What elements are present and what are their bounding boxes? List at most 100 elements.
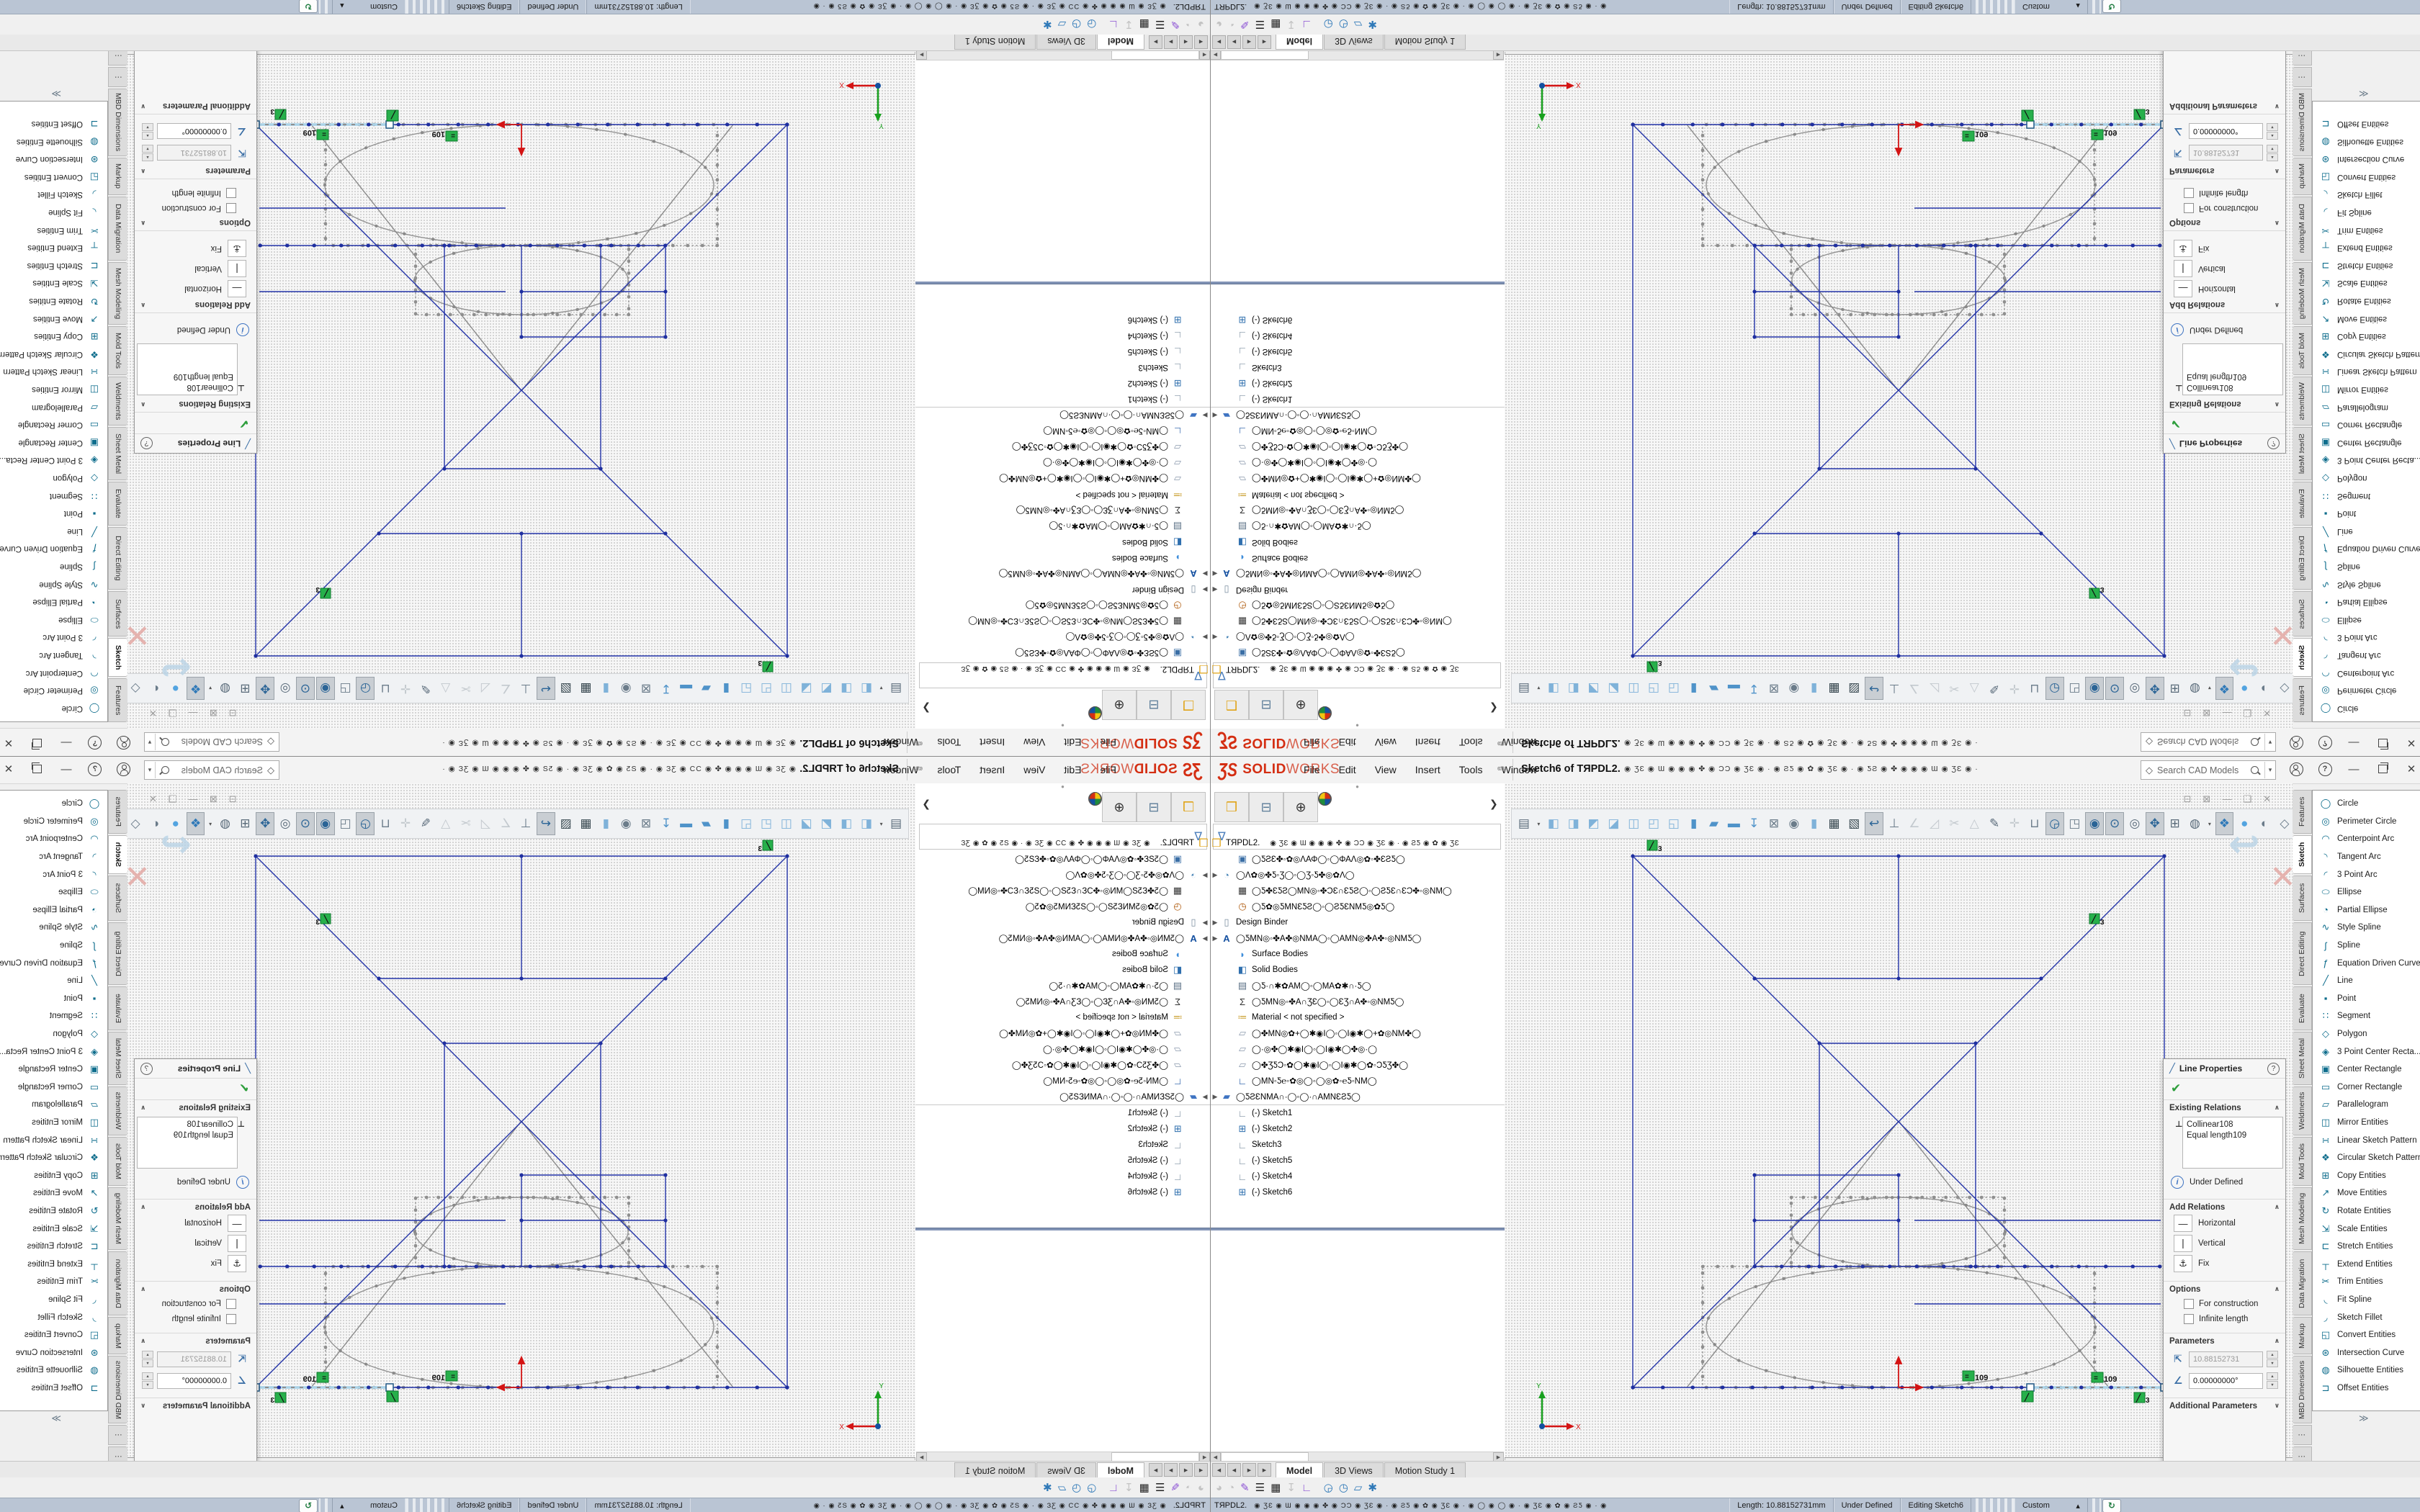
document-tab[interactable]: 3D Views <box>1324 1462 1384 1478</box>
toolbar-icon[interactable]: ◍ <box>2186 677 2205 700</box>
toolbar-icon[interactable]: ▰ <box>697 677 716 700</box>
flyout-item[interactable]: ◝ Tangent Arc <box>0 848 107 866</box>
bottom-toolbar-icon[interactable]: ∟ <box>1301 1482 1312 1494</box>
relations-list[interactable]: ⊥ Collinear108Equal length109 <box>2182 1117 2283 1169</box>
flyout-item[interactable]: ↻ Rotate Entities <box>2313 292 2420 310</box>
toolbar-icon[interactable]: ◉ <box>316 677 335 700</box>
document-tab[interactable]: Model <box>1276 1462 1323 1478</box>
menu-item[interactable]: Edit <box>1064 737 1081 748</box>
toolbar-icon[interactable]: ◇ <box>127 677 145 700</box>
toolbar-icon[interactable]: △ <box>436 812 455 835</box>
toolbar-icon[interactable]: ▮ <box>1685 812 1703 835</box>
toolbar-icon[interactable]: ◱ <box>737 812 756 835</box>
toolbar-icon[interactable]: ◱ <box>1664 812 1683 835</box>
bottom-toolbar-icon[interactable]: ∟ <box>1108 19 1119 31</box>
option-row[interactable]: For construction <box>2184 1299 2280 1309</box>
toolbar-icon[interactable]: ⊠ <box>637 812 655 835</box>
command-tab[interactable]: Features <box>108 790 127 834</box>
command-tab[interactable]: MBD Dimensions <box>2293 89 2312 156</box>
add-relation-button[interactable]: ❘ Vertical <box>140 260 246 277</box>
toolbar-icon[interactable]: ◧ <box>1544 812 1563 835</box>
tree-item-row[interactable]: ▶ ▰ ◯ƼƧƐΝΜΑ∩·◯◦◯·∩ΑΜΝƐƧƼ◯ <box>915 1089 1210 1104</box>
tree-item-row[interactable]: ◧ Solid Bodies <box>1210 534 1505 550</box>
document-tab[interactable]: 3D Views <box>1036 1462 1096 1478</box>
tree-item-row[interactable]: ≔ Material < not specified > <box>915 1009 1210 1025</box>
command-tab[interactable]: Mesh Modeling <box>108 262 127 325</box>
flyout-item[interactable]: ▱ Parallelogram <box>2313 398 2420 416</box>
checkbox[interactable] <box>226 1314 236 1324</box>
relation-entry[interactable]: Collinear108 <box>2187 382 2279 392</box>
manager-tab[interactable] <box>1088 706 1102 720</box>
flyout-item[interactable]: ◇ Polygon <box>2313 469 2420 487</box>
tab-nav-button[interactable]: ◀ <box>1212 1463 1226 1477</box>
command-tab[interactable]: Evaluate <box>108 986 127 1030</box>
inner-window-button[interactable]: ❏ <box>2243 793 2251 805</box>
tab-nav-button[interactable]: ▶ <box>1258 35 1271 49</box>
bottom-toolbar-icon[interactable]: ▦ <box>1139 18 1150 31</box>
tree-item-row[interactable]: ∟ Sketch3 <box>915 1137 1210 1153</box>
toolbar-icon[interactable]: ◪ <box>1604 812 1623 835</box>
tree-item-row[interactable]: ▶ A ◯ƼΜΝ◎◦✤Α✤◎ΝΜΑ◯◦◯ΑΜΝ◎✤Α✤◦◎ΝΜƼ◯ <box>915 566 1210 582</box>
tree-expand-arrow[interactable]: ▶ <box>1200 919 1210 927</box>
flyout-item[interactable]: ƒ Equation Driven Curve <box>0 540 107 558</box>
toolbar-icon[interactable]: ◶ <box>356 812 375 835</box>
command-tab[interactable]: Mold Tools <box>108 1137 127 1186</box>
toolbar-icon[interactable]: ↧ <box>657 812 676 835</box>
flyout-item[interactable]: ʃ Spline <box>0 558 107 576</box>
relation-entry[interactable]: Collinear108 <box>2187 1120 2279 1130</box>
toolbar-icon[interactable]: ↩ <box>1865 677 1883 700</box>
restore-button[interactable] <box>28 760 47 778</box>
toolbar-icon[interactable]: ◿ <box>476 812 495 835</box>
tree-item-row[interactable]: ▶ ▯ Design Binder <box>1210 582 1505 598</box>
document-tab[interactable]: 3D Views <box>1036 34 1096 50</box>
toolbar-icon[interactable]: ↩ <box>1865 812 1883 835</box>
manager-tab[interactable]: ❒ <box>1214 690 1249 720</box>
tree-scrollbar[interactable]: ◀ ▶ <box>1210 1452 1504 1462</box>
tab-nav-button[interactable]: ◀ <box>1194 35 1208 49</box>
flyout-item[interactable]: ◫ Mirror Entities <box>0 1114 107 1132</box>
angle-spinner[interactable]: ▲▼ <box>2267 123 2278 140</box>
panel-expand-icon[interactable]: ❯ <box>922 702 931 714</box>
flyout-item[interactable]: ∷ Segment <box>0 1007 107 1025</box>
angle-spinner[interactable]: ▲▼ <box>142 123 153 140</box>
flyout-item[interactable]: ▭ Corner Rectangle <box>0 416 107 434</box>
menu-item[interactable]: Tools <box>1459 737 1483 748</box>
command-tab[interactable]: Data Migration <box>108 197 127 261</box>
menu-item[interactable]: Insert <box>1415 764 1440 775</box>
flyout-item[interactable]: ⊏ Stretch Entities <box>2313 1238 2420 1256</box>
manager-tab[interactable]: ⊕ <box>1283 792 1318 822</box>
tree-item-row[interactable]: ▦ ◯Ƽ✤ƐƼƧ◯ΜΝ◎◦✤ƆƐ∩ƐƼƧ◯◦◯ƧƼƐ∩ƐƆ✤◦◎ΝΜ◯ <box>1210 883 1505 899</box>
flyout-item[interactable]: ▭ Corner Rectangle <box>2313 416 2420 434</box>
toolbar-icon[interactable]: ◍ <box>2186 812 2205 835</box>
flyout-item[interactable]: ⊐ Offset Entities <box>2313 115 2420 133</box>
menu-item[interactable]: View <box>1375 737 1397 748</box>
panel-splitter-handle[interactable]: ● <box>1210 783 1505 792</box>
tree-item-row[interactable]: ▱ ◯✤ΜΝ◎✿+◯✱◉I◯◦◯I◉✱◯+✿◎ΝΜ✤◯ <box>1210 1025 1505 1041</box>
toolbar-icon[interactable]: ◧ <box>1544 677 1563 700</box>
confirm-sketch-icon[interactable]: ↩ <box>160 646 192 689</box>
manager-tab[interactable]: ⊟ <box>1249 792 1283 822</box>
collapse-icon[interactable]: ∧ <box>2275 1104 2280 1112</box>
toolbar-icon[interactable]: ◳ <box>336 812 355 835</box>
toolbar-icon[interactable]: ↩ <box>537 812 555 835</box>
command-tab[interactable]: Mesh Modeling <box>2293 262 2312 325</box>
menu-item[interactable]: Tools <box>1459 764 1483 775</box>
toolbar-icon[interactable]: ◎ <box>2125 812 2144 835</box>
toolbar-icon[interactable]: ✥ <box>256 812 274 835</box>
search-box[interactable]: ◇ Search CAD Models ▾ <box>144 760 279 780</box>
menu-item[interactable]: Insert <box>980 764 1005 775</box>
menu-item[interactable]: Edit <box>1339 737 1356 748</box>
bottom-toolbar-icon[interactable]: ↧ <box>1286 18 1296 31</box>
flyout-item[interactable]: ◇ Polygon <box>0 469 107 487</box>
toolbar-icon[interactable]: ▧ <box>1845 812 1863 835</box>
toolbar-icon[interactable]: ∠ <box>496 812 515 835</box>
checkbox[interactable] <box>226 203 236 213</box>
close-button[interactable]: ✕ <box>2402 760 2420 778</box>
inner-window-button[interactable]: ⊠ <box>210 707 218 719</box>
scroll-thumb[interactable] <box>1221 50 1309 60</box>
toolbar-icon[interactable]: ⊞ <box>2166 677 2184 700</box>
rollback-bar[interactable] <box>1210 1228 1505 1230</box>
toolbar-icon[interactable]: ◉ <box>617 677 635 700</box>
command-tab[interactable]: ⋮ <box>108 67 127 87</box>
flyout-item[interactable]: ▪ Point <box>0 990 107 1008</box>
